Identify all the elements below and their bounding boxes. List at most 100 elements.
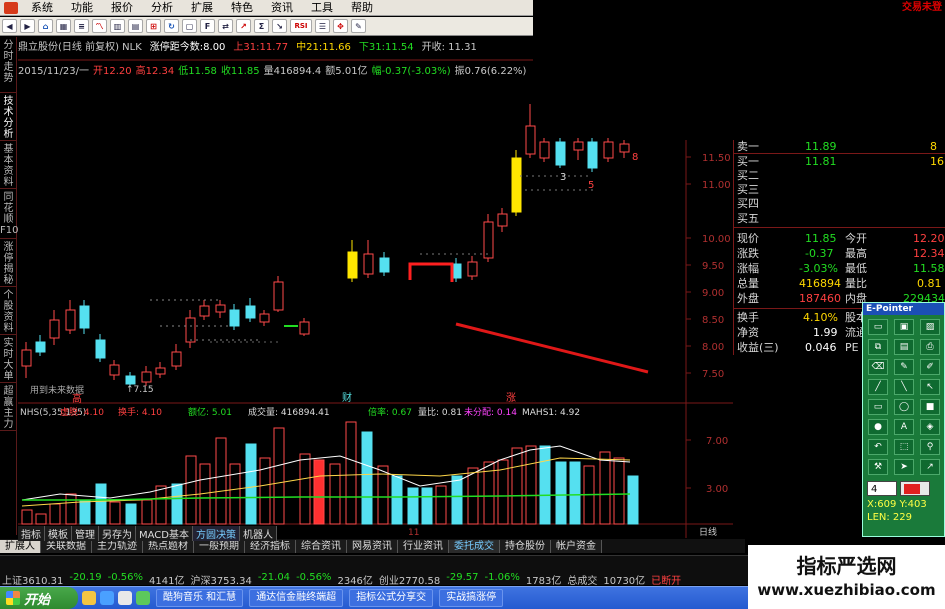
indicator-tab-manage[interactable]: 管理	[72, 526, 99, 541]
hs-index[interactable]: 沪深3753.34	[190, 572, 251, 587]
pencil-icon[interactable]: ✎	[351, 19, 366, 33]
tab-news[interactable]: 综合资讯	[296, 539, 347, 553]
bar-chart-icon[interactable]: ▥	[110, 19, 125, 33]
pointer-icon[interactable]: ➤	[894, 459, 914, 475]
tab-account[interactable]: 帐户资金	[551, 539, 602, 553]
text-tool-icon[interactable]: A	[894, 419, 914, 435]
save-icon[interactable]: ▣	[894, 319, 914, 335]
line-chart-icon[interactable]: 〽	[92, 19, 107, 33]
task-tdx[interactable]: 通达信金融终端超	[249, 589, 344, 607]
tab-fundamentals[interactable]: 基本资料	[0, 141, 17, 189]
chart-up-icon[interactable]: ↗	[236, 19, 251, 33]
menu-function[interactable]: 功能	[62, 0, 102, 16]
tab-main-track[interactable]: 主力轨迹	[92, 539, 143, 553]
eraser-icon[interactable]: ⌫	[868, 359, 888, 375]
chart-down-icon[interactable]: ↘	[272, 19, 287, 33]
pencil-tool-icon[interactable]: ✎	[894, 359, 914, 375]
menu-help[interactable]: 帮助	[342, 0, 382, 16]
f10-icon[interactable]: F	[200, 19, 215, 33]
filled-rect-icon[interactable]: ■	[920, 399, 940, 415]
kline-icon[interactable]: ⊞	[146, 19, 161, 33]
tab-orders[interactable]: 委托成交	[449, 539, 500, 553]
cy-index[interactable]: 创业2770.58	[379, 572, 440, 587]
task-kugou[interactable]: 酷狗音乐 和汇慧	[156, 589, 244, 607]
grid-icon[interactable]: ▦	[56, 19, 71, 33]
menu-info[interactable]: 资讯	[262, 0, 302, 16]
indicator-tab-saveas[interactable]: 另存为	[99, 526, 136, 541]
tab-stock-info[interactable]: 个股资料	[0, 287, 17, 335]
trade-login-status[interactable]: 交易未登	[902, 0, 945, 16]
tab-f10[interactable]: 同花顺F10	[0, 189, 18, 239]
drawing-tool-palette[interactable]: E-Pointer ▭ ▣ ▨ ⧉ ▤ ⎙ ⌫ ✎ ✐ ╱ ╲ ↖ ▭ ◯ ■ …	[862, 302, 945, 537]
color-picker[interactable]	[900, 481, 930, 496]
task-formula[interactable]: 指标公式分享交	[349, 589, 434, 607]
menu-analysis[interactable]: 分析	[142, 0, 182, 16]
window-icon[interactable]: ▢	[182, 19, 197, 33]
sh-index[interactable]: 上证3610.31	[2, 572, 63, 587]
tab-econ[interactable]: 经济指标	[245, 539, 296, 553]
print-icon[interactable]: ⎙	[920, 339, 940, 355]
menu-extend[interactable]: 扩展	[182, 0, 222, 16]
tab-extend[interactable]: 扩展人	[0, 539, 41, 553]
tab-technical-analysis[interactable]: 技术分析	[0, 93, 17, 141]
image-icon[interactable]: ▨	[920, 319, 940, 335]
refresh-icon[interactable]: ↻	[164, 19, 179, 33]
list-icon[interactable]: ≡	[74, 19, 89, 33]
ellipse-icon[interactable]: ◯	[894, 399, 914, 415]
fill-bucket-icon[interactable]: ◈	[920, 419, 940, 435]
hammer-icon[interactable]: ⚒	[868, 459, 888, 475]
forward-icon[interactable]: ▶	[20, 19, 35, 33]
zoom-icon[interactable]: ⚲	[920, 439, 940, 455]
line-icon[interactable]: ╲	[894, 379, 914, 395]
stats-icon[interactable]: Σ	[254, 19, 269, 33]
quicklaunch-ie-icon[interactable]	[100, 591, 114, 605]
task-zhangting[interactable]: 实战搞涨停	[439, 589, 504, 607]
indicator-tab-macd[interactable]: MACD基本	[136, 526, 193, 541]
back-icon[interactable]: ◀	[2, 19, 17, 33]
select-icon[interactable]: ⬚	[894, 439, 914, 455]
menu-quote[interactable]: 报价	[102, 0, 142, 16]
indicator-tab-index[interactable]: 指标	[18, 526, 45, 541]
brush-icon[interactable]: ✐	[920, 359, 940, 375]
indicator-tab-decision[interactable]: 方圆决策	[192, 526, 240, 541]
undo-icon[interactable]: ↶	[868, 439, 888, 455]
rsi-button[interactable]: RSI	[290, 19, 312, 33]
compare-icon[interactable]: ⇄	[218, 19, 233, 33]
quicklaunch-desktop-icon[interactable]	[118, 591, 132, 605]
line-width-select[interactable]: 4	[867, 481, 897, 496]
paste-icon[interactable]: ▤	[894, 339, 914, 355]
cursor-icon[interactable]: ↗	[920, 459, 940, 475]
tab-main-force[interactable]: 超赢主力	[0, 383, 17, 431]
home-icon[interactable]: ⌂	[38, 19, 53, 33]
tab-related[interactable]: 关联数据	[41, 539, 92, 553]
menu-special[interactable]: 特色	[222, 0, 262, 16]
quicklaunch-folder-icon[interactable]	[82, 591, 96, 605]
stock-pick-icon[interactable]: ☰	[315, 19, 330, 33]
filled-ellipse-icon[interactable]: ●	[868, 419, 888, 435]
pen-icon[interactable]: ╱	[868, 379, 888, 395]
tab-hot-topics[interactable]: 热点题材	[143, 539, 194, 553]
start-button[interactable]: 开始	[0, 587, 78, 609]
open-folder-icon[interactable]: ▭	[868, 319, 888, 335]
palette-title[interactable]: E-Pointer	[863, 303, 944, 315]
copy-icon[interactable]: ⧉	[868, 339, 888, 355]
menu-tools[interactable]: 工具	[302, 0, 342, 16]
tab-forecast[interactable]: 一般预期	[194, 539, 245, 553]
move-icon[interactable]: ✥	[333, 19, 348, 33]
tab-limit-up[interactable]: 涨停揭秘	[0, 239, 17, 287]
table-icon[interactable]: ▤	[128, 19, 143, 33]
tab-netease[interactable]: 网易资讯	[347, 539, 398, 553]
quicklaunch-app-icon[interactable]	[136, 591, 150, 605]
period-day-label[interactable]: 日线	[699, 525, 717, 538]
drawn-trend-line	[455, 322, 649, 374]
rectangle-icon[interactable]: ▭	[868, 399, 888, 415]
connection-status[interactable]: 已断开	[651, 572, 681, 587]
tab-positions[interactable]: 持仓股份	[500, 539, 551, 553]
tab-industry[interactable]: 行业资讯	[398, 539, 449, 553]
tab-big-orders[interactable]: 实时大单	[0, 335, 17, 383]
menu-system[interactable]: 系统	[22, 0, 62, 16]
indicator-tab-robot[interactable]: 机器人	[239, 526, 277, 541]
tab-minute-chart[interactable]: 分时走势	[0, 37, 17, 93]
arrow-line-icon[interactable]: ↖	[920, 379, 940, 395]
indicator-tab-template[interactable]: 模板	[45, 526, 72, 541]
